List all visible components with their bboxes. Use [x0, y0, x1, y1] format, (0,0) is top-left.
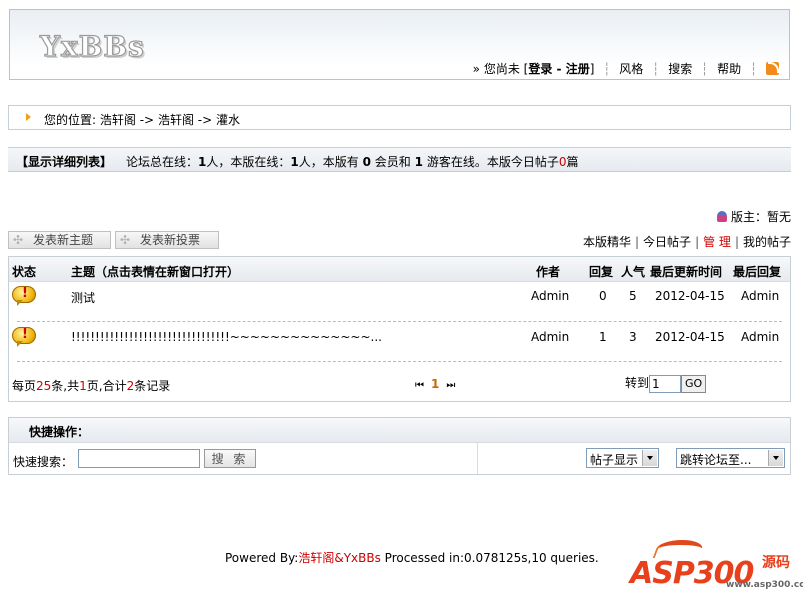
thread-views: 5 — [629, 289, 637, 303]
site-logo[interactable]: YxBBs — [39, 29, 145, 63]
alert-bubble-icon[interactable] — [12, 327, 36, 347]
footer-brand-link[interactable]: 浩轩阁&YxBBs — [298, 551, 381, 565]
poll-icon — [120, 232, 131, 248]
online-stats-bar: 【显示详细列表】 论坛总在线：1人，本版在线：1人，本版有 0 会员和 1 游客在… — [8, 147, 791, 172]
breadcrumb-board[interactable]: 灌水 — [216, 113, 240, 127]
guest-text: » 您尚未 — [472, 62, 520, 76]
quick-operations: 快捷操作： 快速搜索： 搜 索 帖子显示 跳转论坛至... — [8, 417, 791, 475]
thread-updated: 2012-04-15 — [655, 330, 725, 344]
col-subject: 主题（点击表情在新窗口打开） — [71, 265, 240, 279]
thread-replies: 1 — [599, 330, 607, 344]
quick-search-input[interactable] — [78, 449, 200, 468]
col-status: 状态 — [12, 265, 37, 279]
rss-icon[interactable] — [766, 62, 779, 75]
page-jump: 转到GO — [625, 374, 707, 393]
moderator-info: 版主：暂无 — [716, 208, 791, 225]
table-row: 测试 Admin 0 5 2012-04-15 Admin — [9, 282, 790, 322]
top-nav: » 您尚未 [登录 - 注册] ┆ 风格 ┆ 搜索 ┆ 帮助 ┆ — [473, 60, 779, 77]
quick-search-button[interactable]: 搜 索 — [204, 449, 256, 468]
arrow-right-icon — [26, 113, 31, 121]
thread-author[interactable]: Admin — [531, 330, 569, 344]
thread-list-header: 状态 主题（点击表情在新窗口打开） 作者 回复 人气 最后更新时间 最后回复 — [9, 257, 790, 282]
tab-my-posts[interactable]: 我的帖子 — [743, 235, 791, 249]
col-last-reply: 最后回复 — [733, 265, 782, 279]
board-tabs: 本版精华 | 今日帖子 | 管 理 | 我的帖子 — [582, 235, 791, 249]
help-link[interactable]: 帮助 — [717, 62, 741, 76]
watermark-logo: ASP300 源码 www.asp300.com — [630, 540, 803, 592]
tab-today-posts[interactable]: 今日帖子 — [643, 235, 691, 249]
post-icon — [13, 232, 24, 248]
table-row: !!!!!!!!!!!!!!!!!!!!!!!!!!!!!!!!!~~~~~~~… — [9, 322, 790, 362]
breadcrumb-label: 您的位置: — [44, 113, 97, 127]
show-detail-list-link[interactable]: 【显示详细列表】 — [16, 155, 112, 169]
current-page[interactable]: 1 — [431, 377, 439, 391]
breadcrumb: 您的位置: 浩轩阁 -> 浩轩阁 -> 灌水 — [8, 105, 791, 130]
thread-replies: 0 — [599, 289, 607, 303]
quick-operations-title: 快捷操作： — [29, 425, 90, 439]
chevron-down-icon — [642, 450, 657, 466]
page-jump-input[interactable] — [649, 374, 682, 393]
site-header: YxBBs » 您尚未 [登录 - 注册] ┆ 风格 ┆ 搜索 ┆ 帮助 ┆ — [9, 9, 790, 80]
pagination-summary: 每页25条,共1页,合计2条记录 — [12, 379, 171, 393]
page-go-button[interactable]: GO — [681, 374, 707, 393]
search-link[interactable]: 搜索 — [668, 62, 692, 76]
new-poll-button[interactable]: 发表新投票 — [115, 231, 219, 249]
tab-essence[interactable]: 本版精华 — [583, 235, 631, 249]
col-replies: 回复 — [589, 265, 614, 279]
tab-manage[interactable]: 管 理 — [703, 235, 731, 249]
thread-title[interactable]: 测试 — [71, 289, 95, 306]
thread-title[interactable]: !!!!!!!!!!!!!!!!!!!!!!!!!!!!!!!!!~~~~~~~… — [71, 330, 382, 344]
moderator-icon — [716, 211, 727, 222]
col-updated: 最后更新时间 — [650, 265, 723, 279]
pagination: ⏮ 1 ⏭ — [415, 377, 455, 391]
thread-updated: 2012-04-15 — [655, 289, 725, 303]
breadcrumb-forum-group[interactable]: 浩轩阁 — [158, 113, 194, 127]
style-link[interactable]: 风格 — [619, 62, 643, 76]
thread-last-reply[interactable]: Admin — [741, 330, 779, 344]
new-topic-button[interactable]: 发表新主题 — [8, 231, 111, 249]
first-page-icon[interactable]: ⏮ — [415, 380, 424, 391]
last-page-icon[interactable]: ⏭ — [446, 380, 455, 391]
post-display-select[interactable]: 帖子显示 — [586, 448, 659, 468]
register-link[interactable]: 注册 — [566, 62, 590, 76]
forum-jump-select[interactable]: 跳转论坛至... — [676, 448, 785, 468]
chevron-down-icon — [768, 450, 783, 466]
col-views: 人气 — [621, 265, 646, 279]
thread-list: 状态 主题（点击表情在新窗口打开） 作者 回复 人气 最后更新时间 最后回复 测… — [8, 256, 791, 402]
col-author: 作者 — [536, 265, 561, 279]
thread-views: 3 — [629, 330, 637, 344]
alert-bubble-icon[interactable] — [12, 286, 36, 306]
page-footer: Powered By:浩轩阁&YxBBs Processed in:0.0781… — [225, 551, 599, 565]
thread-last-reply[interactable]: Admin — [741, 289, 779, 303]
login-link[interactable]: 登录 — [528, 62, 552, 76]
thread-author[interactable]: Admin — [531, 289, 569, 303]
breadcrumb-forum-root[interactable]: 浩轩阁 — [100, 113, 136, 127]
quick-search-label: 快速搜索： — [13, 455, 74, 469]
